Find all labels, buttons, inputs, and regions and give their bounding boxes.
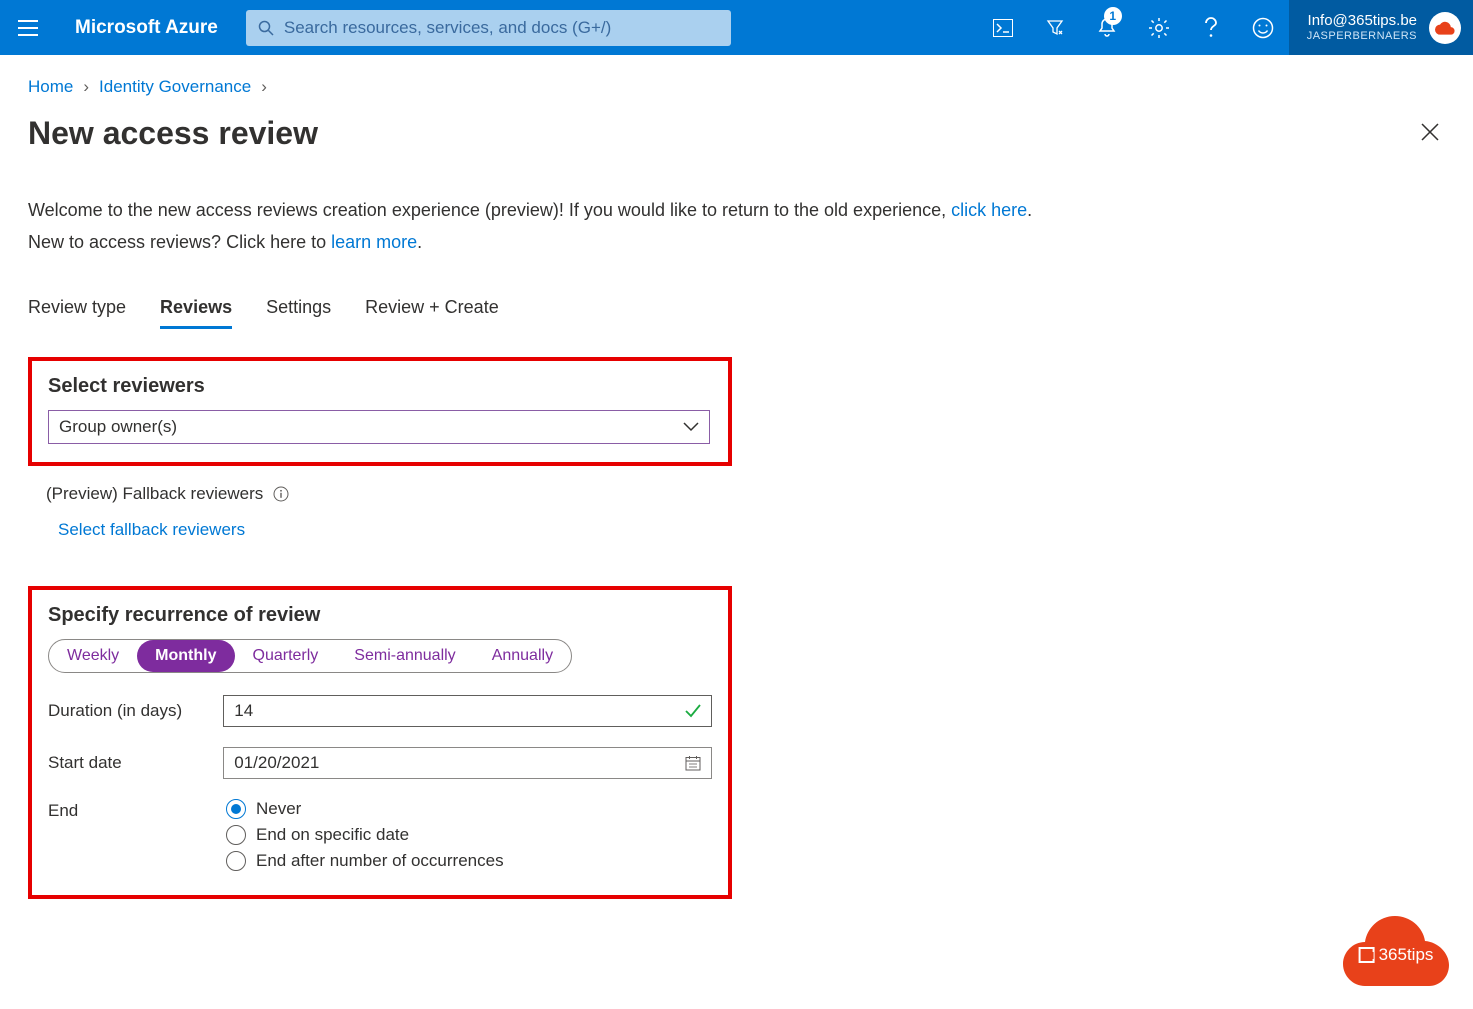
intro-text: Welcome to the new access reviews creati… <box>28 194 1128 259</box>
settings-icon[interactable] <box>1133 0 1185 55</box>
checkmark-icon <box>685 704 701 718</box>
info-icon[interactable] <box>273 486 289 502</box>
account-username: JASPERBERNAERS <box>1307 30 1417 43</box>
feedback-icon[interactable] <box>1237 0 1289 55</box>
page-title: New access review <box>28 115 1415 152</box>
breadcrumb-home[interactable]: Home <box>28 77 73 97</box>
chevron-down-icon <box>683 422 699 432</box>
select-reviewers-section: Select reviewers Group owner(s) <box>28 357 732 466</box>
duration-input[interactable]: 14 <box>223 695 712 727</box>
learn-more-link[interactable]: learn more <box>331 232 417 252</box>
fallback-reviewers-label: (Preview) Fallback reviewers <box>28 484 1445 504</box>
office-icon <box>1359 947 1375 963</box>
topbar-icons: 1 <box>977 0 1289 55</box>
reviewers-dropdown[interactable]: Group owner(s) <box>48 410 710 444</box>
old-experience-link[interactable]: click here <box>951 200 1027 220</box>
start-date-input[interactable]: 01/20/2021 <box>223 747 712 779</box>
search-icon <box>258 20 274 36</box>
chevron-right-icon: › <box>261 77 267 97</box>
cloud-shell-icon[interactable] <box>977 0 1029 55</box>
recurrence-frequency: Weekly Monthly Quarterly Semi-annually A… <box>48 639 572 673</box>
radio-icon <box>226 851 246 871</box>
radio-end-after-occurrences[interactable]: End after number of occurrences <box>226 851 504 871</box>
radio-end-specific-date[interactable]: End on specific date <box>226 825 504 845</box>
radio-icon <box>226 825 246 845</box>
account-panel[interactable]: Info@365tips.be JASPERBERNAERS <box>1289 0 1473 55</box>
pill-semi-annually[interactable]: Semi-annually <box>336 640 473 672</box>
recurrence-heading: Specify recurrence of review <box>48 604 712 627</box>
account-email: Info@365tips.be <box>1307 12 1417 30</box>
tab-settings[interactable]: Settings <box>266 297 331 329</box>
tab-reviews[interactable]: Reviews <box>160 297 232 329</box>
tab-list: Review type Reviews Settings Review + Cr… <box>28 297 1445 329</box>
select-fallback-reviewers-link[interactable]: Select fallback reviewers <box>58 520 245 539</box>
end-label: End <box>48 799 226 821</box>
duration-label: Duration (in days) <box>48 701 223 721</box>
help-icon[interactable] <box>1185 0 1237 55</box>
directory-filter-icon[interactable] <box>1029 0 1081 55</box>
tab-review-create[interactable]: Review + Create <box>365 297 499 329</box>
menu-icon[interactable] <box>0 0 55 55</box>
top-bar: Microsoft Azure 1 Info@365tips.be JASPER… <box>0 0 1473 55</box>
search-input[interactable] <box>284 18 719 38</box>
select-reviewers-heading: Select reviewers <box>48 375 712 398</box>
end-radio-group: Never End on specific date End after num… <box>226 799 504 871</box>
avatar <box>1429 12 1461 44</box>
reviewers-selected-value: Group owner(s) <box>59 417 177 437</box>
pill-weekly[interactable]: Weekly <box>49 640 137 672</box>
brand-label[interactable]: Microsoft Azure <box>55 17 246 39</box>
pill-quarterly[interactable]: Quarterly <box>235 640 337 672</box>
search-box[interactable] <box>246 10 731 46</box>
start-date-label: Start date <box>48 753 223 773</box>
breadcrumb-identity-governance[interactable]: Identity Governance <box>99 77 251 97</box>
breadcrumb: Home › Identity Governance › <box>28 77 1445 97</box>
close-button[interactable] <box>1415 117 1445 150</box>
calendar-icon <box>685 755 701 771</box>
radio-icon <box>226 799 246 819</box>
recurrence-section: Specify recurrence of review Weekly Mont… <box>28 586 732 899</box>
pill-monthly[interactable]: Monthly <box>137 640 234 672</box>
pill-annually[interactable]: Annually <box>474 640 571 672</box>
notifications-icon[interactable]: 1 <box>1081 0 1133 55</box>
chevron-right-icon: › <box>83 77 89 97</box>
watermark-logo: 365tips <box>1341 914 1451 991</box>
notification-badge: 1 <box>1104 7 1122 25</box>
tab-review-type[interactable]: Review type <box>28 297 126 329</box>
radio-never[interactable]: Never <box>226 799 504 819</box>
